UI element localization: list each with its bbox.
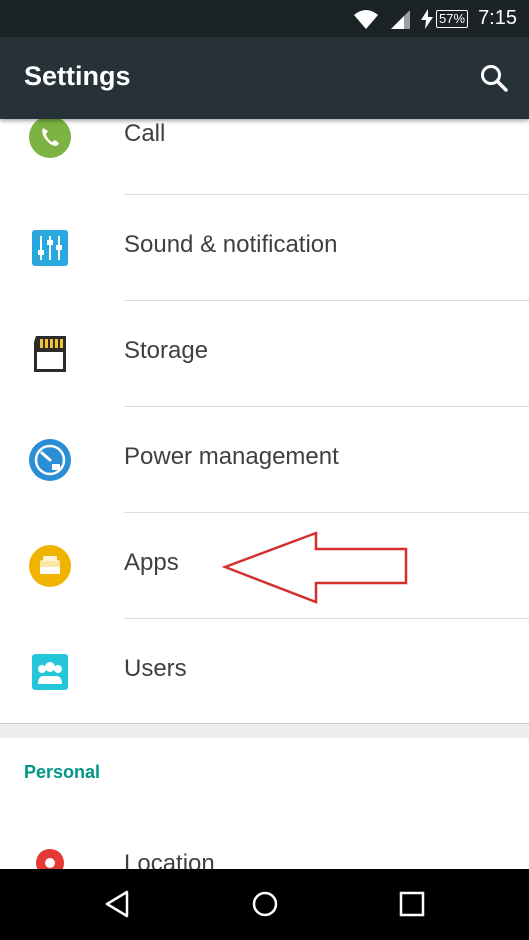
- settings-item-label: Storage: [124, 337, 209, 364]
- settings-item-power-management[interactable]: Power management: [0, 407, 529, 513]
- page-title: Settings: [24, 61, 131, 91]
- settings-item-sound-notification[interactable]: Sound & notification: [0, 195, 529, 301]
- sd-card-icon: [34, 336, 66, 372]
- settings-item-storage[interactable]: Storage: [0, 301, 529, 407]
- speedometer-icon: [29, 439, 71, 481]
- clock: 7:15: [478, 7, 517, 29]
- battery-indicator: 57%: [421, 8, 469, 29]
- settings-item-call[interactable]: Call: [0, 119, 529, 190]
- settings-item-label: Apps: [124, 549, 179, 576]
- section-header-personal: Personal: [24, 762, 101, 782]
- users-icon: [32, 654, 68, 690]
- status-icons: 57% 7:15: [353, 0, 517, 37]
- settings-item-label: Call: [124, 120, 166, 147]
- annotation-arrow-icon: [222, 531, 408, 604]
- app-bar: Settings: [0, 37, 529, 119]
- cellular-signal-icon: [391, 9, 411, 29]
- status-bar: 57% 7:15: [0, 0, 529, 37]
- navigation-bar: [0, 869, 529, 940]
- settings-item-users[interactable]: Users: [0, 619, 529, 725]
- settings-list: Call Sound & notification Storage Power …: [0, 119, 529, 869]
- recent-apps-icon[interactable]: [397, 889, 427, 919]
- settings-item-label: Users: [124, 655, 187, 682]
- wifi-icon: [354, 9, 379, 29]
- apps-icon: [29, 545, 71, 587]
- settings-item-location[interactable]: Location: [0, 814, 529, 869]
- battery-percentage: 57%: [436, 9, 469, 28]
- charging-bolt-icon: [421, 8, 434, 29]
- search-icon[interactable]: [479, 63, 509, 93]
- back-icon[interactable]: [103, 889, 133, 919]
- equalizer-icon: [32, 230, 68, 266]
- section-separator: [0, 723, 529, 738]
- settings-item-label: Power management: [124, 443, 339, 470]
- location-pin-icon: [36, 849, 64, 869]
- home-icon[interactable]: [250, 889, 280, 919]
- settings-item-label: Location: [124, 850, 215, 869]
- settings-item-label: Sound & notification: [124, 231, 338, 258]
- phone-call-icon: [29, 119, 71, 158]
